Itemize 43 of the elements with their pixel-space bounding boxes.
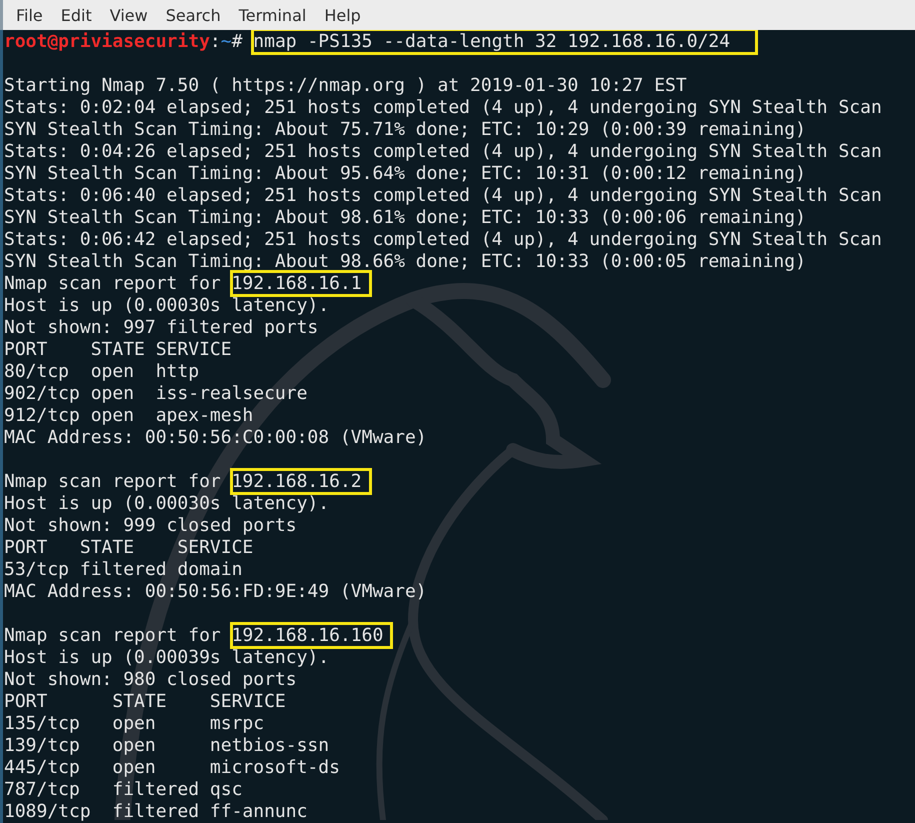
menu-item[interactable]: View <box>100 6 157 24</box>
output-text: Nmap scan report for <box>4 273 222 294</box>
output-line: PORT STATE SERVICE <box>4 339 232 360</box>
command-text: nmap -PS135 --data-length 32 192.168.16.0/24 <box>253 30 756 53</box>
output-line: 1089/tcp filtered ff-annunc <box>4 801 308 822</box>
highlighted-ip-address: 192.168.16.160 <box>232 624 392 647</box>
output-line: Not shown: 980 closed ports <box>4 669 297 690</box>
output-line: MAC Address: 00:50:56:FD:9E:49 (VMware) <box>4 581 427 602</box>
menu-item[interactable]: Search <box>156 6 230 24</box>
output-text: Nmap scan report for <box>4 625 222 646</box>
output-line: Stats: 0:04:26 elapsed; 251 hosts completed (4 up), 4 undergoing SYN Stealth Scan <box>4 141 882 162</box>
output-line: PORT STATE SERVICE <box>4 691 286 712</box>
output-line: 902/tcp open iss-realsecure <box>4 383 308 404</box>
output-line: Host is up (0.00039s latency). <box>4 647 330 668</box>
output-line: 912/tcp open apex-mesh <box>4 405 254 426</box>
output-line: SYN Stealth Scan Timing: About 95.64% done; ETC: 10:31 (0:00:12 remaining) <box>4 163 806 184</box>
output-line: 135/tcp open msrpc <box>4 713 264 734</box>
output-line: 787/tcp filtered qsc <box>4 779 242 800</box>
highlighted-ip-address: 192.168.16.1 <box>232 272 370 295</box>
output-line: 139/tcp open netbios-ssn <box>4 735 330 756</box>
output-line: SYN Stealth Scan Timing: About 98.61% done; ETC: 10:33 (0:00:06 remaining) <box>4 207 806 228</box>
output-line: SYN Stealth Scan Timing: About 98.66% done; ETC: 10:33 (0:00:05 remaining) <box>4 251 806 272</box>
output-line: Starting Nmap 7.50 ( https://nmap.org ) at 2019-01-30 10:27 EST <box>4 75 687 96</box>
output-line: 53/tcp filtered domain <box>4 559 242 580</box>
output-text: Nmap scan report for <box>4 471 222 492</box>
output-line: Host is up (0.00030s latency). <box>4 295 330 316</box>
shell-prompt: root@priviasecurity:~# <box>4 31 244 52</box>
output-line: PORT STATE SERVICE <box>4 537 254 558</box>
output-line: SYN Stealth Scan Timing: About 75.71% done; ETC: 10:29 (0:00:39 remaining) <box>4 119 806 140</box>
output-line: Stats: 0:06:42 elapsed; 251 hosts completed (4 up), 4 undergoing SYN Stealth Scan <box>4 229 882 250</box>
output-line: Stats: 0:02:04 elapsed; 251 hosts completed (4 up), 4 undergoing SYN Stealth Scan <box>4 97 882 118</box>
output-line: Stats: 0:06:40 elapsed; 251 hosts completed (4 up), 4 undergoing SYN Stealth Scan <box>4 185 882 206</box>
menu-item[interactable]: Terminal <box>230 6 316 24</box>
output-line: Host is up (0.00030s latency). <box>4 493 330 514</box>
output-line: Not shown: 999 closed ports <box>4 515 297 536</box>
output-line: 80/tcp open http <box>4 361 200 382</box>
menu-item[interactable]: Help <box>315 6 370 24</box>
output-line: MAC Address: 00:50:56:C0:00:08 (VMware) <box>4 427 427 448</box>
menu-item[interactable]: File <box>7 6 52 24</box>
highlighted-ip-address: 192.168.16.2 <box>232 470 370 493</box>
menu-item[interactable]: Edit <box>52 6 101 24</box>
output-line: 445/tcp open microsoft-ds <box>4 757 340 778</box>
output-line: Not shown: 997 filtered ports <box>4 317 318 338</box>
